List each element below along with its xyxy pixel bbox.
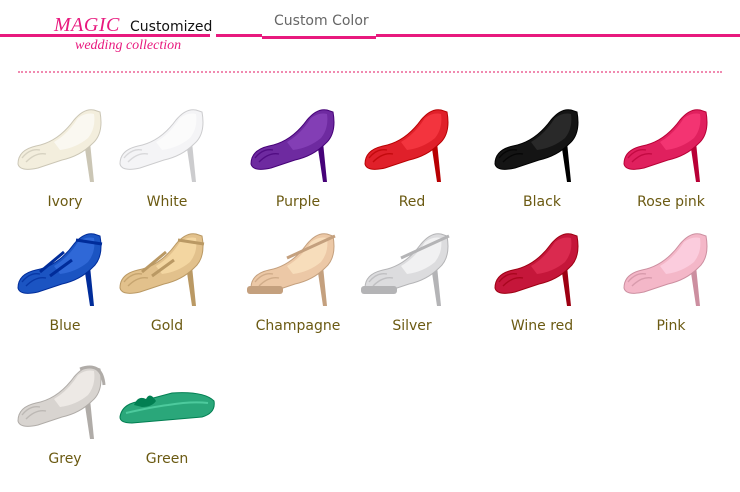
shoe-color-label: Ivory bbox=[47, 194, 83, 210]
shoe-color-label: Rose pink bbox=[637, 194, 705, 210]
shoe-image bbox=[112, 222, 222, 312]
shoe-item[interactable]: Black bbox=[487, 98, 597, 218]
shoe-item[interactable]: White bbox=[112, 98, 222, 218]
shoe-color-label: Champagne bbox=[255, 318, 341, 334]
shoe-item[interactable]: Grey bbox=[10, 355, 120, 475]
shoe-item[interactable]: Gold bbox=[112, 222, 222, 342]
custom-color-tab[interactable]: Custom Color bbox=[262, 12, 376, 39]
shoe-color-label: Blue bbox=[49, 318, 81, 334]
shoe-color-label: Silver bbox=[392, 318, 432, 334]
dotted-divider bbox=[18, 71, 722, 73]
shoe-item[interactable]: Purple bbox=[243, 98, 353, 218]
header: MAGIC Customized wedding collection Cust… bbox=[0, 0, 740, 60]
shoe-image bbox=[243, 98, 353, 188]
shoe-item[interactable]: Red bbox=[357, 98, 467, 218]
shoe-image bbox=[616, 222, 726, 312]
brand-logo-text: MAGIC bbox=[54, 14, 120, 36]
shoe-color-label: Gold bbox=[150, 318, 184, 334]
shoe-color-label: Purple bbox=[275, 194, 321, 210]
shoe-color-label: Black bbox=[523, 194, 561, 210]
shoe-item[interactable]: Ivory bbox=[10, 98, 120, 218]
shoe-color-label: Green bbox=[145, 451, 189, 467]
shoe-item[interactable]: Rose pink bbox=[616, 98, 726, 218]
shoe-color-label: Grey bbox=[48, 451, 82, 467]
shoe-item[interactable]: Champagne bbox=[243, 222, 353, 342]
shoe-image bbox=[10, 222, 120, 312]
shoe-item[interactable]: Blue bbox=[10, 222, 120, 342]
shoe-image bbox=[10, 355, 120, 445]
shoe-image bbox=[10, 98, 120, 188]
shoe-item[interactable]: Green bbox=[112, 355, 222, 475]
shoe-image bbox=[112, 98, 222, 188]
brand-subtitle: wedding collection bbox=[75, 38, 182, 53]
shoe-color-label: Wine red bbox=[510, 318, 574, 334]
shoe-image bbox=[112, 355, 222, 445]
shoe-image bbox=[357, 98, 467, 188]
shoe-color-label: Pink bbox=[656, 318, 686, 334]
shoe-image bbox=[616, 98, 726, 188]
shoe-item[interactable]: Silver bbox=[357, 222, 467, 342]
customized-label: Customized bbox=[130, 19, 213, 35]
shoe-color-label: White bbox=[146, 194, 188, 210]
shoe-image bbox=[487, 98, 597, 188]
custom-color-tab-label: Custom Color bbox=[274, 13, 369, 29]
shoe-item[interactable]: Wine red bbox=[487, 222, 597, 342]
shoe-color-label: Red bbox=[398, 194, 426, 210]
shoe-image bbox=[357, 222, 467, 312]
shoe-item[interactable]: Pink bbox=[616, 222, 726, 342]
shoe-image bbox=[243, 222, 353, 312]
shoe-image bbox=[487, 222, 597, 312]
